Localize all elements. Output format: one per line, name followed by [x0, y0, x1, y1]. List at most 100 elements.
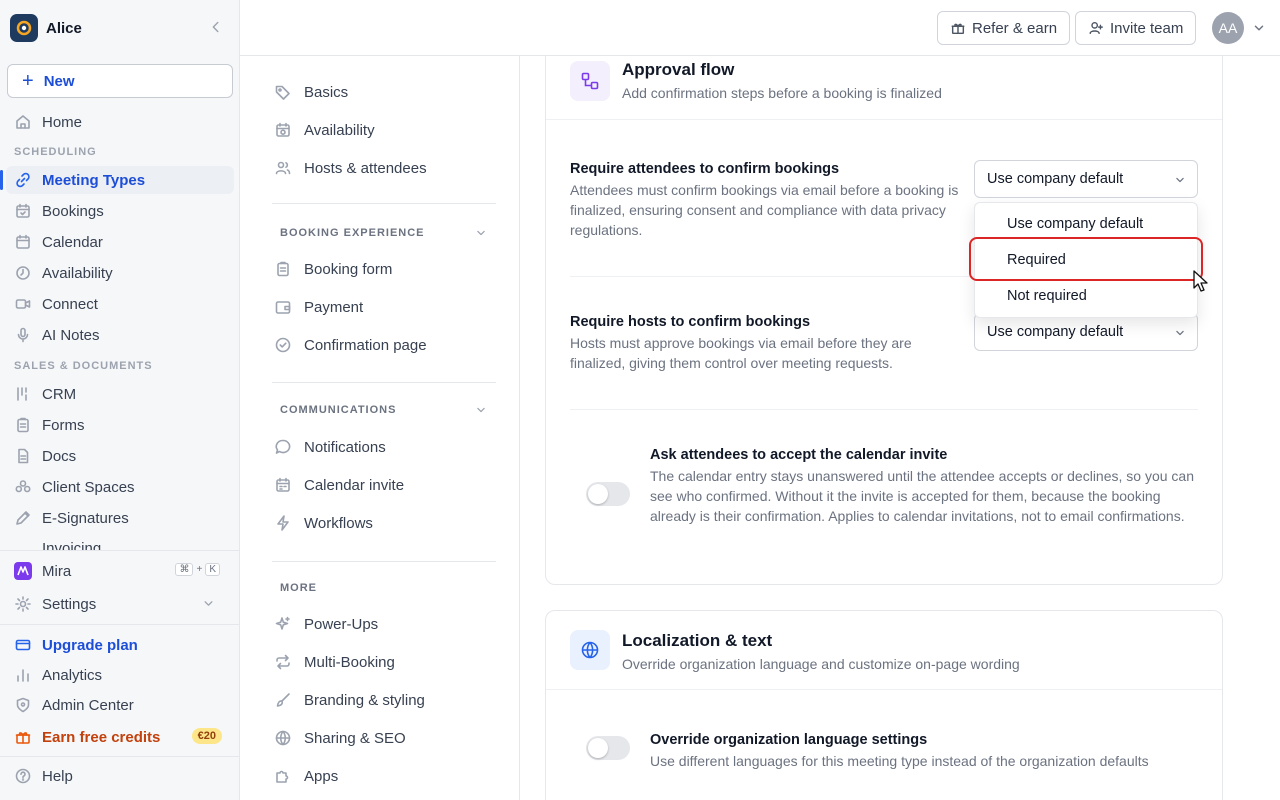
subnav-item-booking-form[interactable]: Booking form — [274, 254, 494, 284]
localization-card: Localization & text Override organizatio… — [545, 610, 1223, 800]
subnav-divider — [272, 203, 496, 204]
accept-invite-toggle[interactable] — [586, 482, 630, 506]
sidebar-item-mira[interactable]: Mira ⌘ + K — [6, 557, 234, 585]
subnav-item-label: Sharing & SEO — [304, 729, 406, 747]
select-value: Use company default — [987, 171, 1124, 187]
section-label-booking-experience: BOOKING EXPERIENCE — [280, 227, 425, 239]
section-label-sales: SALES & DOCUMENTS — [14, 360, 153, 372]
sidebar-item-help[interactable]: Help — [6, 762, 234, 790]
sidebar-item-label: Earn free credits — [42, 728, 161, 746]
dropdown-option-not-required[interactable]: Not required — [975, 278, 1197, 314]
sidebar-item-label: Analytics — [42, 666, 103, 684]
subnav-item-label: Availability — [304, 121, 375, 139]
subnav-item-label: Power-Ups — [304, 615, 379, 633]
workspace-name: Alice — [46, 19, 82, 37]
card-title: Localization & text — [622, 631, 773, 650]
calendar-icon — [16, 234, 30, 249]
sidebar-item-e-signatures[interactable]: E-Signatures — [6, 504, 234, 532]
shortcut-hint: ⌘ + K — [175, 563, 220, 576]
section-label-scheduling: SCHEDULING — [14, 146, 97, 158]
hosts-confirm-select[interactable]: Use company default — [974, 313, 1198, 351]
sidebar-item-settings[interactable]: Settings — [6, 590, 234, 618]
chevron-down-icon — [1173, 173, 1187, 187]
sidebar-item-calendar[interactable]: Calendar — [6, 228, 234, 256]
main-content: Approval flow Add confirmation steps bef… — [521, 56, 1280, 800]
sidebar-item-connect[interactable]: Connect — [6, 290, 234, 318]
subnav-item-payment[interactable]: Payment — [274, 292, 494, 322]
chevron-down-icon[interactable] — [1251, 20, 1267, 36]
subnav-item-notifications[interactable]: Notifications — [274, 432, 494, 462]
sidebar-item-meeting-types[interactable]: Meeting Types — [0, 166, 234, 194]
link-icon — [16, 172, 30, 188]
subnav-item-apps[interactable]: Apps — [274, 761, 494, 791]
refer-earn-button[interactable]: Refer & earn — [937, 11, 1071, 45]
subnav-item-calendar-invite[interactable]: Calendar invite — [274, 470, 494, 500]
sidebar-item-admin-center[interactable]: Admin Center — [6, 691, 234, 719]
document-icon — [18, 448, 29, 464]
subnav-item-multi-booking[interactable]: Multi-Booking — [274, 647, 494, 677]
sidebar-item-docs[interactable]: Docs — [6, 442, 234, 470]
chevron-down-icon — [201, 596, 226, 611]
calendar-clock-icon — [276, 122, 290, 137]
card-divider — [546, 119, 1222, 120]
users-icon — [275, 161, 291, 175]
collapse-sidebar-icon[interactable] — [208, 19, 224, 35]
subnav-item-power-ups[interactable]: Power-Ups — [274, 609, 494, 639]
repeat-icon — [276, 654, 290, 670]
override-language-toggle[interactable] — [586, 736, 630, 760]
gift-icon — [951, 23, 965, 35]
chevron-down-icon[interactable] — [474, 226, 488, 240]
sidebar-item-bookings[interactable]: Bookings — [6, 197, 234, 225]
subnav-item-branding[interactable]: Branding & styling — [274, 685, 494, 715]
subnav-item-availability[interactable]: Availability — [274, 115, 494, 145]
sidebar-item-label: Upgrade plan — [42, 636, 138, 654]
workspace-logo-icon — [10, 14, 38, 42]
help-icon — [15, 768, 31, 784]
sidebar-divider — [0, 550, 239, 551]
sidebar-item-forms[interactable]: Forms — [6, 411, 234, 439]
subnav-divider — [272, 561, 496, 562]
sidebar-item-home[interactable]: Home — [6, 108, 234, 136]
subnav-item-label: Payment — [304, 298, 364, 316]
new-button[interactable]: + New — [7, 64, 233, 98]
sidebar-item-label: Settings — [42, 595, 97, 613]
subnav-item-confirmation-page[interactable]: Confirmation page — [274, 330, 494, 360]
subnav-item-sharing-seo[interactable]: Sharing & SEO — [274, 723, 494, 753]
avatar[interactable]: AA — [1212, 12, 1244, 44]
chevron-down-icon[interactable] — [474, 403, 488, 417]
chat-bubble-icon — [275, 439, 291, 454]
sidebar-item-crm[interactable]: CRM — [6, 380, 234, 408]
sidebar-item-client-spaces[interactable]: Client Spaces — [6, 473, 234, 501]
mouse-cursor-icon — [1193, 270, 1209, 294]
sidebar-item-ai-notes[interactable]: AI Notes — [6, 321, 234, 349]
subnav-item-workflows[interactable]: Workflows — [274, 508, 494, 538]
workspace-switcher[interactable]: Alice — [10, 13, 230, 43]
video-icon — [15, 299, 31, 309]
subnav-item-basics[interactable]: Basics — [274, 77, 494, 107]
row-divider — [570, 409, 1198, 410]
sidebar-item-clipped[interactable]: Invoicing — [42, 542, 101, 550]
subnav-item-label: Confirmation page — [304, 336, 427, 354]
hosts-confirm-description: Hosts must approve bookings via email be… — [570, 335, 912, 371]
meeting-type-settings-nav: Basics Availability Hosts & attendees BO… — [240, 56, 520, 800]
attendees-confirm-select[interactable]: Use company default — [974, 160, 1198, 198]
new-button-label: New — [43, 72, 75, 90]
sidebar-item-label: Admin Center — [42, 696, 134, 714]
sidebar-item-availability[interactable]: Availability — [6, 259, 234, 287]
sidebar-item-label: Help — [42, 767, 73, 785]
sidebar-item-label: Meeting Types — [42, 171, 146, 189]
globe-icon — [570, 630, 610, 670]
subnav-item-hosts-attendees[interactable]: Hosts & attendees — [274, 153, 494, 183]
sidebar-item-label: Availability — [42, 264, 113, 282]
sidebar-item-label: Client Spaces — [42, 478, 135, 496]
wallet-icon — [275, 301, 291, 314]
sidebar-item-earn-credits[interactable]: Earn free credits €20 — [6, 723, 234, 751]
sidebar-item-analytics[interactable]: Analytics — [6, 661, 234, 689]
sidebar-item-upgrade-plan[interactable]: Upgrade plan — [6, 631, 234, 659]
sidebar-item-label: E-Signatures — [42, 509, 129, 527]
calendar-icon — [276, 477, 290, 492]
card-divider — [546, 689, 1222, 690]
invite-team-button[interactable]: Invite team — [1075, 11, 1197, 45]
attendees-confirm-description: Attendees must confirm bookings via emai… — [570, 182, 959, 238]
accept-invite-title: Ask attendees to accept the calendar inv… — [650, 447, 948, 463]
